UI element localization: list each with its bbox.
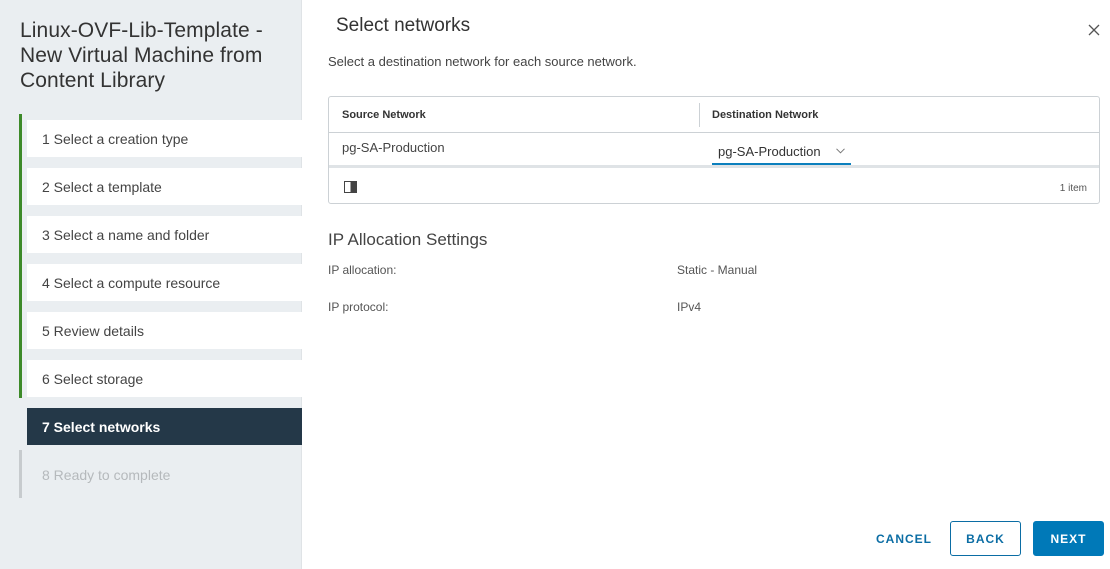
wizard-sidebar: Linux-OVF-Lib-Template - New Virtual Mac… (0, 0, 302, 569)
next-button[interactable]: NEXT (1033, 521, 1104, 556)
step-ready-to-complete: 8 Ready to complete (42, 466, 171, 483)
ip-allocation-label: IP allocation: (328, 263, 397, 277)
wizard-title: Linux-OVF-Lib-Template - New Virtual Mac… (20, 19, 263, 92)
ip-allocation-value: Static - Manual (677, 263, 758, 277)
cancel-button[interactable]: CANCEL (868, 521, 940, 556)
page-subtitle: Select a destination network for each so… (328, 54, 637, 69)
table-row: pg-SA-Production pg-SA-Production (329, 133, 1099, 168)
close-icon (1088, 24, 1100, 36)
close-button[interactable] (1084, 20, 1104, 40)
network-mapping-grid: Source Network Destination Network pg-SA… (328, 96, 1100, 204)
pending-steps-rail (19, 450, 22, 498)
step-select-creation-type[interactable]: 1 Select a creation type (27, 120, 302, 157)
column-separator[interactable] (699, 103, 700, 127)
step-select-compute-resource[interactable]: 4 Select a compute resource (27, 264, 302, 301)
destination-network-value: pg-SA-Production (718, 144, 821, 159)
chevron-down-icon (836, 148, 845, 154)
wizard-main-panel: Select networks Select a destination net… (303, 0, 1110, 569)
step-select-networks[interactable]: 7 Select networks (27, 408, 302, 445)
completed-steps-rail (19, 114, 22, 398)
grid-item-count: 1 item (1059, 183, 1087, 194)
step-select-storage[interactable]: 6 Select storage (27, 360, 302, 397)
grid-header: Source Network Destination Network (329, 97, 1099, 133)
column-toggle-icon[interactable] (344, 181, 357, 193)
ip-protocol-label: IP protocol: (328, 300, 389, 314)
page-title: Select networks (336, 15, 471, 36)
step-select-template[interactable]: 2 Select a template (27, 168, 302, 205)
column-header-destination-network[interactable]: Destination Network (712, 109, 818, 121)
ip-protocol-value: IPv4 (677, 300, 702, 314)
grid-footer: 1 item (329, 171, 1099, 204)
destination-network-select[interactable]: pg-SA-Production (712, 142, 851, 165)
step-review-details[interactable]: 5 Review details (27, 312, 302, 349)
source-network-cell: pg-SA-Production (342, 140, 445, 155)
ip-allocation-section-title: IP Allocation Settings (328, 230, 488, 249)
column-header-source-network[interactable]: Source Network (342, 109, 426, 121)
step-select-name-folder[interactable]: 3 Select a name and folder (27, 216, 302, 253)
back-button[interactable]: BACK (950, 521, 1021, 556)
